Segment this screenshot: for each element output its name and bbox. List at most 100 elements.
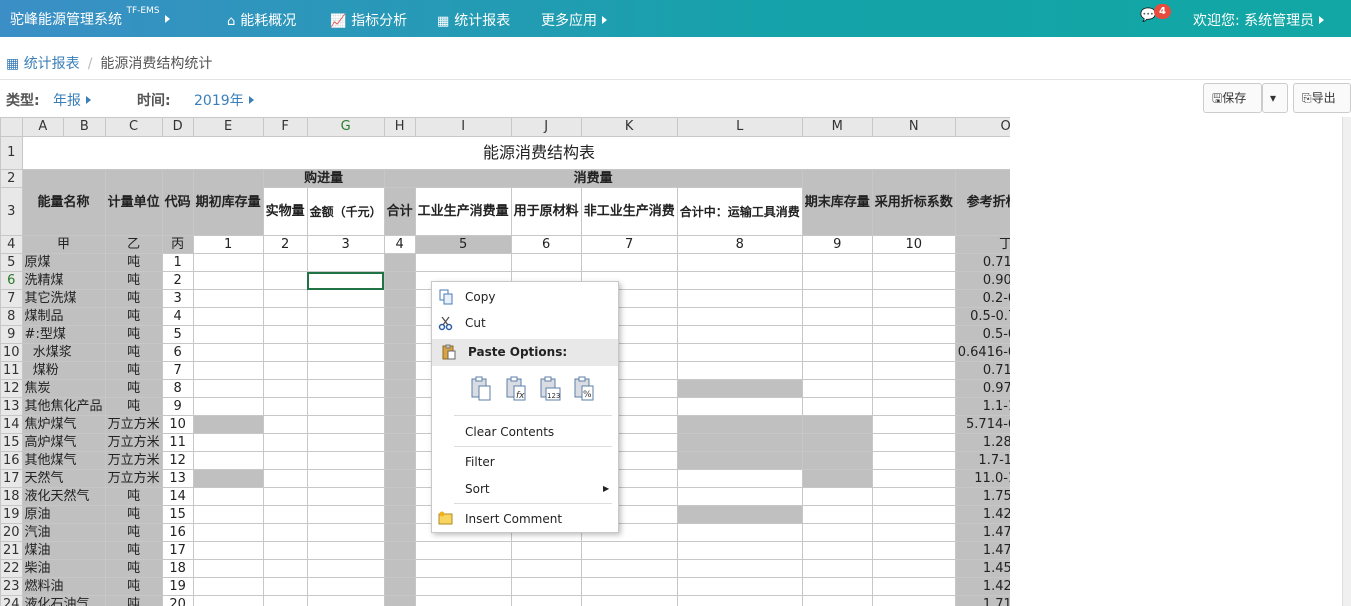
data-cell[interactable] xyxy=(192,379,264,398)
menu-item-copy[interactable]: Copy xyxy=(432,286,618,308)
energy-name-cell[interactable]: 焦炉煤气 xyxy=(21,415,106,434)
data-cell[interactable] xyxy=(801,361,873,380)
paste-formulas-icon[interactable]: fx xyxy=(504,376,530,404)
data-cell[interactable] xyxy=(676,487,803,506)
data-cell[interactable] xyxy=(192,541,264,560)
energy-name-cell[interactable]: 天然气 xyxy=(21,469,106,488)
data-cell[interactable] xyxy=(306,397,385,416)
col-header-a[interactable]: A xyxy=(21,117,65,137)
col-header-g[interactable]: G xyxy=(306,117,385,137)
data-cell[interactable] xyxy=(871,253,956,272)
data-cell[interactable] xyxy=(306,577,385,596)
unit-cell[interactable]: 吨 xyxy=(104,379,163,398)
data-cell[interactable] xyxy=(262,451,308,470)
data-cell[interactable] xyxy=(676,505,803,524)
data-cell[interactable] xyxy=(192,253,264,272)
data-cell[interactable] xyxy=(676,433,803,452)
data-cell[interactable] xyxy=(192,577,264,596)
data-cell[interactable] xyxy=(306,541,385,560)
reference-factor-cell[interactable]: 0.9000 xyxy=(954,271,1010,290)
data-cell[interactable] xyxy=(192,325,264,344)
energy-name-cell[interactable]: 洗精煤 xyxy=(21,271,106,290)
menu-item-cut[interactable]: Cut xyxy=(432,312,618,334)
save-dropdown-button[interactable]: ▾ xyxy=(1262,83,1288,113)
data-cell[interactable] xyxy=(510,541,582,560)
code-cell[interactable]: 7 xyxy=(161,361,194,380)
active-cell[interactable] xyxy=(306,271,385,290)
data-cell[interactable] xyxy=(676,379,803,398)
data-cell[interactable] xyxy=(383,451,416,470)
row-header[interactable]: 24 xyxy=(0,595,23,606)
data-cell[interactable] xyxy=(676,397,803,416)
row-header[interactable]: 14 xyxy=(0,415,23,434)
reference-factor-cell[interactable]: 0.6416-0.7133 xyxy=(954,343,1010,362)
unit-cell[interactable]: 万立方米 xyxy=(104,469,163,488)
data-cell[interactable] xyxy=(510,595,582,606)
row-header[interactable]: 3 xyxy=(0,187,23,236)
menu-item-sort[interactable]: Sort ▶ xyxy=(432,478,618,500)
row-header[interactable]: 22 xyxy=(0,559,23,578)
reference-factor-cell[interactable]: 1.4286 xyxy=(954,577,1010,596)
sheet-title[interactable]: 能源消费结构表 xyxy=(21,136,1010,170)
energy-name-cell[interactable]: 煤制品 xyxy=(21,307,106,326)
data-cell[interactable] xyxy=(262,505,308,524)
unit-cell[interactable]: 吨 xyxy=(104,577,163,596)
index-cell[interactable]: 7 xyxy=(580,235,678,254)
energy-name-cell[interactable]: 焦炭 xyxy=(21,379,106,398)
data-cell[interactable] xyxy=(580,577,678,596)
data-cell[interactable] xyxy=(383,595,416,606)
data-cell[interactable] xyxy=(262,523,308,542)
data-cell[interactable] xyxy=(383,577,416,596)
data-cell[interactable] xyxy=(306,379,385,398)
energy-name-cell[interactable]: 汽油 xyxy=(21,523,106,542)
data-cell[interactable] xyxy=(510,577,582,596)
index-cell[interactable]: 5 xyxy=(414,235,512,254)
energy-name-cell[interactable]: 其他煤气 xyxy=(21,451,106,470)
data-cell[interactable] xyxy=(801,343,873,362)
data-cell[interactable] xyxy=(262,433,308,452)
reference-factor-cell[interactable]: 0.2-0.8 xyxy=(954,289,1010,308)
data-cell[interactable] xyxy=(676,469,803,488)
energy-name-cell[interactable]: 原煤 xyxy=(21,253,106,272)
data-cell[interactable] xyxy=(801,379,873,398)
header-quantity[interactable]: 实物量 xyxy=(262,187,308,236)
data-cell[interactable] xyxy=(801,595,873,606)
reference-factor-cell[interactable]: 0.7143 xyxy=(954,253,1010,272)
data-cell[interactable] xyxy=(192,397,264,416)
data-cell[interactable] xyxy=(262,379,308,398)
col-header-h[interactable]: H xyxy=(383,117,416,137)
energy-name-cell[interactable]: 煤粉 xyxy=(21,361,106,380)
code-cell[interactable]: 12 xyxy=(161,451,194,470)
data-cell[interactable] xyxy=(306,469,385,488)
data-cell[interactable] xyxy=(262,361,308,380)
data-cell[interactable] xyxy=(676,343,803,362)
header-transport[interactable]: 合计中：运输工具消费 xyxy=(676,187,803,236)
data-cell[interactable] xyxy=(192,289,264,308)
data-cell[interactable] xyxy=(192,271,264,290)
energy-name-cell[interactable]: 液化石油气 xyxy=(21,595,106,606)
row-header[interactable]: 20 xyxy=(0,523,23,542)
data-cell[interactable] xyxy=(192,559,264,578)
code-cell[interactable]: 9 xyxy=(161,397,194,416)
data-cell[interactable] xyxy=(871,487,956,506)
data-cell[interactable] xyxy=(676,595,803,606)
data-cell[interactable] xyxy=(871,451,956,470)
time-selector[interactable]: 2019年 xyxy=(194,90,254,110)
nav-more-apps[interactable]: 更多应用 xyxy=(541,10,607,30)
data-cell[interactable] xyxy=(306,415,385,434)
reference-factor-cell[interactable]: 1.4286 xyxy=(954,505,1010,524)
unit-cell[interactable]: 吨 xyxy=(104,541,163,560)
data-cell[interactable] xyxy=(801,505,873,524)
data-cell[interactable] xyxy=(510,559,582,578)
data-cell[interactable] xyxy=(414,595,512,606)
row-header[interactable]: 8 xyxy=(0,307,23,326)
code-cell[interactable]: 1 xyxy=(161,253,194,272)
row-header[interactable]: 21 xyxy=(0,541,23,560)
data-cell[interactable] xyxy=(676,271,803,290)
nav-statistics-report[interactable]: ▦ 统计报表 xyxy=(437,10,510,30)
unit-cell[interactable]: 万立方米 xyxy=(104,433,163,452)
unit-cell[interactable]: 吨 xyxy=(104,397,163,416)
data-cell[interactable] xyxy=(262,559,308,578)
reference-factor-cell[interactable]: 1.4714 xyxy=(954,523,1010,542)
data-cell[interactable] xyxy=(192,595,264,606)
